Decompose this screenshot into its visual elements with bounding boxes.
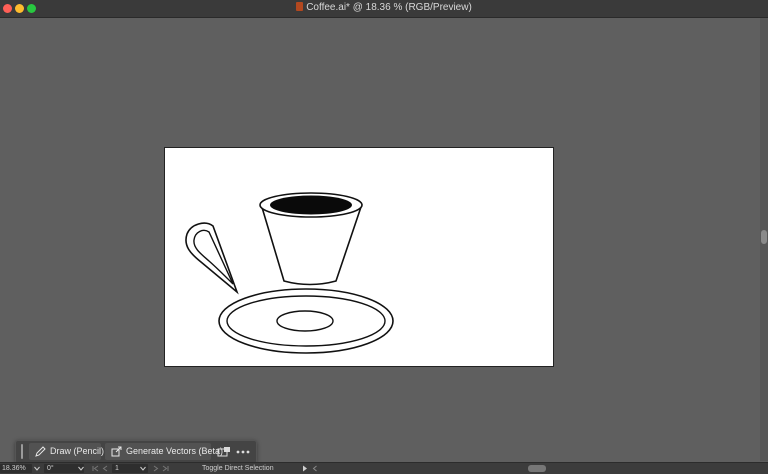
last-artboard-icon[interactable] xyxy=(162,465,169,472)
illustrator-document-icon xyxy=(296,2,304,11)
artboard[interactable] xyxy=(164,147,554,367)
contextual-task-bar: Draw (Pencil) Generate Vectors (Beta) xyxy=(15,440,257,464)
draw-pencil-label: Draw (Pencil) xyxy=(50,446,105,456)
status-menu-arrow-icon[interactable] xyxy=(302,465,308,472)
title-bar: Coffee.ai* @ 18.36 % (RGB/Preview) xyxy=(0,0,768,18)
saucer-outer[interactable] xyxy=(218,288,394,354)
coffee-cup-artwork[interactable] xyxy=(165,148,553,366)
more-icon xyxy=(236,450,250,454)
vertical-scroll-thumb[interactable] xyxy=(761,230,767,244)
drag-handle[interactable] xyxy=(21,444,23,459)
more-options-button[interactable] xyxy=(235,444,251,460)
window-title-wrap: Coffee.ai* @ 18.36 % (RGB/Preview) xyxy=(0,1,768,15)
rotation-value: 0° xyxy=(47,465,54,472)
saucer-inner[interactable] xyxy=(226,295,386,347)
rotation-dropdown-chevron-icon[interactable] xyxy=(78,466,84,471)
artboard-dropdown-chevron-icon[interactable] xyxy=(140,466,146,471)
arrange-icon xyxy=(217,447,230,457)
cup-handle-outer[interactable] xyxy=(185,222,239,295)
generate-vectors-button[interactable]: Generate Vectors (Beta) xyxy=(105,443,223,460)
status-text: Toggle Direct Selection xyxy=(202,465,274,472)
generate-vectors-label: Generate Vectors (Beta) xyxy=(126,446,224,456)
coffee-liquid[interactable] xyxy=(270,195,352,215)
zoom-level: 18.36% xyxy=(2,465,26,472)
previous-artboard-icon[interactable] xyxy=(102,465,109,472)
next-artboard-icon[interactable] xyxy=(152,465,159,472)
vertical-scrollbar[interactable] xyxy=(760,18,768,461)
first-artboard-icon[interactable] xyxy=(92,465,99,472)
artboard-number: 1 xyxy=(115,465,119,472)
horizontal-scroll-thumb[interactable] xyxy=(528,465,546,472)
arrange-options-button[interactable] xyxy=(216,444,232,460)
draw-pencil-button[interactable]: Draw (Pencil) xyxy=(29,443,105,460)
zoom-dropdown-chevron-icon[interactable] xyxy=(34,466,40,471)
generate-vectors-icon xyxy=(111,446,122,457)
saucer-center[interactable] xyxy=(276,310,334,332)
window-title: Coffee.ai* @ 18.36 % (RGB/Preview) xyxy=(306,2,472,13)
cup-handle-inner[interactable] xyxy=(193,229,234,285)
pencil-icon xyxy=(35,446,46,457)
status-bar: 18.36% 0° 1 Toggle Direct Selection xyxy=(0,462,768,474)
